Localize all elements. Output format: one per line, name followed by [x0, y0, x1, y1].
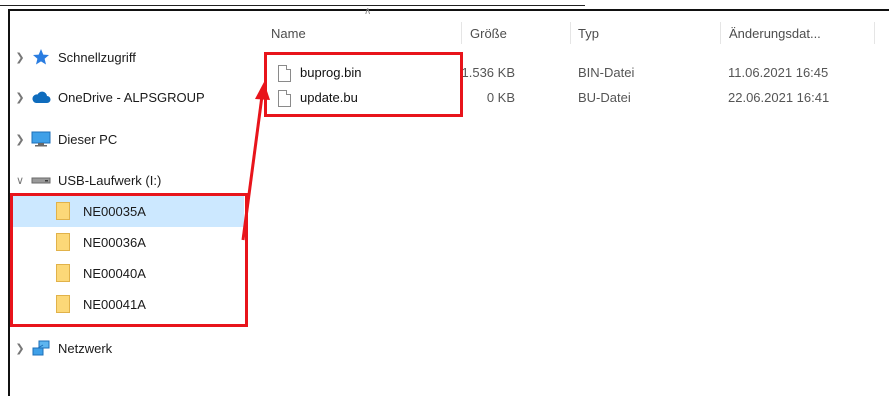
file-explorer-window: ❯ Schnellzugriff ❯ OneDrive - ALPSGROUP …: [0, 0, 889, 396]
annotation-arrow: [241, 82, 270, 241]
